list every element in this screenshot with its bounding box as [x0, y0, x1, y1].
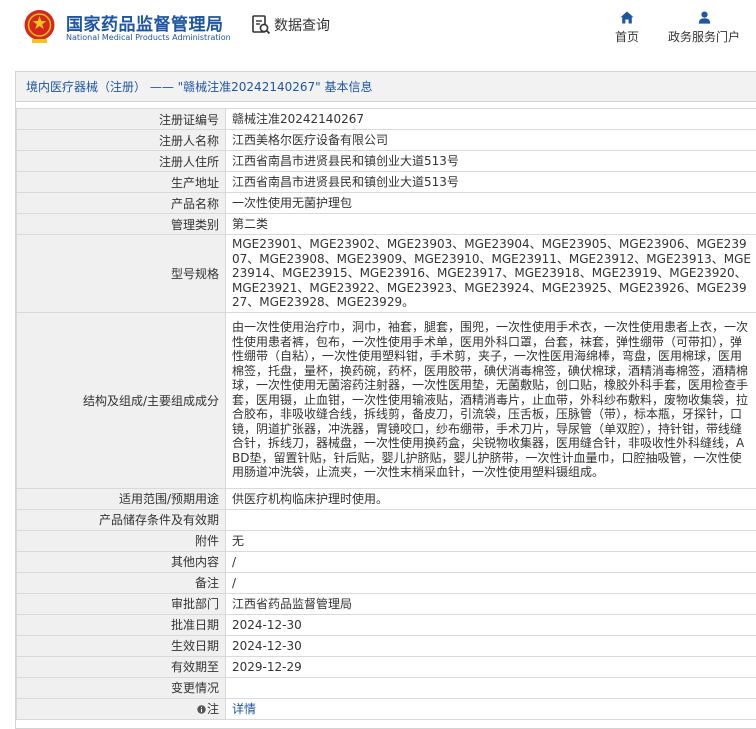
- row-label: 型号规格: [16, 234, 226, 313]
- row-label: 备注: [16, 571, 226, 594]
- table-row: 变更情况: [16, 676, 756, 699]
- table-row: 批准日期 2024-12-30: [16, 613, 756, 636]
- data-query-label: 数据查询: [274, 18, 330, 34]
- row-label: 附件: [16, 529, 226, 552]
- row-label: 其他内容: [16, 550, 226, 573]
- row-label: 管理类别: [16, 213, 226, 235]
- table-row: 附件 无: [16, 529, 756, 552]
- home-icon: [620, 11, 634, 24]
- detail-panel: 境内医疗器械（注册） —— "赣械注准20242140267" 基本信息 注册证…: [15, 71, 756, 729]
- data-query-link[interactable]: 数据查询: [251, 14, 330, 36]
- table-row: 结构及组成/主要组成成分 由一次性使用治疗巾，洞巾，袖套，腿套，围兜，一次性使用…: [16, 311, 756, 489]
- approval-date: 2024-12-30: [225, 613, 756, 636]
- row-label: 注: [206, 702, 219, 716]
- attachments: 无: [225, 529, 756, 552]
- product-name: 一次性使用无菌护理包: [225, 192, 756, 214]
- nav-gov-services[interactable]: 政务服务门户: [664, 11, 744, 45]
- table-row: 管理类别 第二类: [16, 213, 756, 235]
- row-label: 生产地址: [16, 171, 226, 193]
- effective-date: 2024-12-30: [225, 634, 756, 657]
- table-row: 审批部门 江西省药品监督管理局: [16, 592, 756, 615]
- site-name: 国家药品监督管理局: [66, 15, 224, 35]
- note-label-cell: 注: [16, 697, 226, 720]
- registrant-address: 江西省南昌市进贤县民和镇创业大道513号: [225, 150, 756, 172]
- valid-until: 2029-12-29: [225, 655, 756, 678]
- storage-conditions: [225, 508, 756, 531]
- management-category: 第二类: [225, 213, 756, 235]
- row-label: 注册人名称: [16, 129, 226, 151]
- row-label: 产品储存条件及有效期: [16, 508, 226, 531]
- row-label: 注册人住所: [16, 150, 226, 172]
- table-row: 型号规格 MGE23901、MGE23902、MGE23903、MGE23904…: [16, 234, 756, 313]
- row-label: 批准日期: [16, 613, 226, 636]
- row-label: 有效期至: [16, 655, 226, 678]
- registrant-name: 江西美格尔医疗设备有限公司: [225, 129, 756, 151]
- site-name-en: National Medical Products Administration: [66, 33, 231, 42]
- data-query-icon: [252, 15, 271, 35]
- details-link[interactable]: 详情: [232, 702, 256, 716]
- info-icon: [197, 705, 206, 714]
- table-row: 生效日期 2024-12-30: [16, 634, 756, 657]
- table-row: 适用范围/预期用途 供医疗机构临床护理时使用。: [16, 487, 756, 510]
- row-label: 生效日期: [16, 634, 226, 657]
- table-row: 注 详情: [16, 697, 756, 720]
- note-cell: 详情: [225, 697, 756, 720]
- row-label: 结构及组成/主要组成成分: [16, 311, 226, 489]
- table-row: 生产地址 江西省南昌市进贤县民和镇创业大道513号: [16, 171, 756, 193]
- intended-use: 供医疗机构临床护理时使用。: [225, 487, 756, 510]
- nav-home[interactable]: 首页: [609, 11, 645, 45]
- table-row: 注册人住所 江西省南昌市进贤县民和镇创业大道513号: [16, 150, 756, 172]
- approval-department: 江西省药品监督管理局: [225, 592, 756, 615]
- table-row: 注册人名称 江西美格尔医疗设备有限公司: [16, 129, 756, 151]
- table-row: 产品名称 一次性使用无菌护理包: [16, 192, 756, 214]
- change-history: [225, 676, 756, 699]
- row-label: 变更情况: [16, 676, 226, 699]
- panel-title: 境内医疗器械（注册） —— "赣械注准20242140267" 基本信息: [16, 72, 756, 102]
- other-content: /: [225, 550, 756, 573]
- table-row: 其他内容 /: [16, 550, 756, 573]
- table-row: 备注 /: [16, 571, 756, 594]
- table-row: 产品储存条件及有效期: [16, 508, 756, 531]
- row-label: 适用范围/预期用途: [16, 487, 226, 510]
- model-specifications: MGE23901、MGE23902、MGE23903、MGE23904、MGE2…: [225, 234, 756, 313]
- structure-composition: 由一次性使用治疗巾，洞巾，袖套，腿套，围兜，一次性使用手术衣，一次性使用患者上衣…: [225, 311, 756, 489]
- site-header: 国家药品监督管理局 National Medical Products Admi…: [0, 0, 756, 56]
- table-row: 有效期至 2029-12-29: [16, 655, 756, 678]
- row-label: 审批部门: [16, 592, 226, 615]
- registration-number: 赣械注准20242140267: [225, 108, 756, 130]
- production-address: 江西省南昌市进贤县民和镇创业大道513号: [225, 171, 756, 193]
- user-icon: [698, 11, 710, 24]
- registration-info-table: 注册证编号 赣械注准20242140267 注册人名称 江西美格尔医疗设备有限公…: [16, 108, 756, 720]
- table-row: 注册证编号 赣械注准20242140267: [16, 108, 756, 130]
- nav-home-label: 首页: [614, 30, 639, 44]
- remarks: /: [225, 571, 756, 594]
- nav-gov-services-label: 政务服务门户: [667, 30, 740, 44]
- row-label: 产品名称: [16, 192, 226, 214]
- row-label: 注册证编号: [16, 108, 226, 130]
- national-emblem-icon: [24, 10, 55, 43]
